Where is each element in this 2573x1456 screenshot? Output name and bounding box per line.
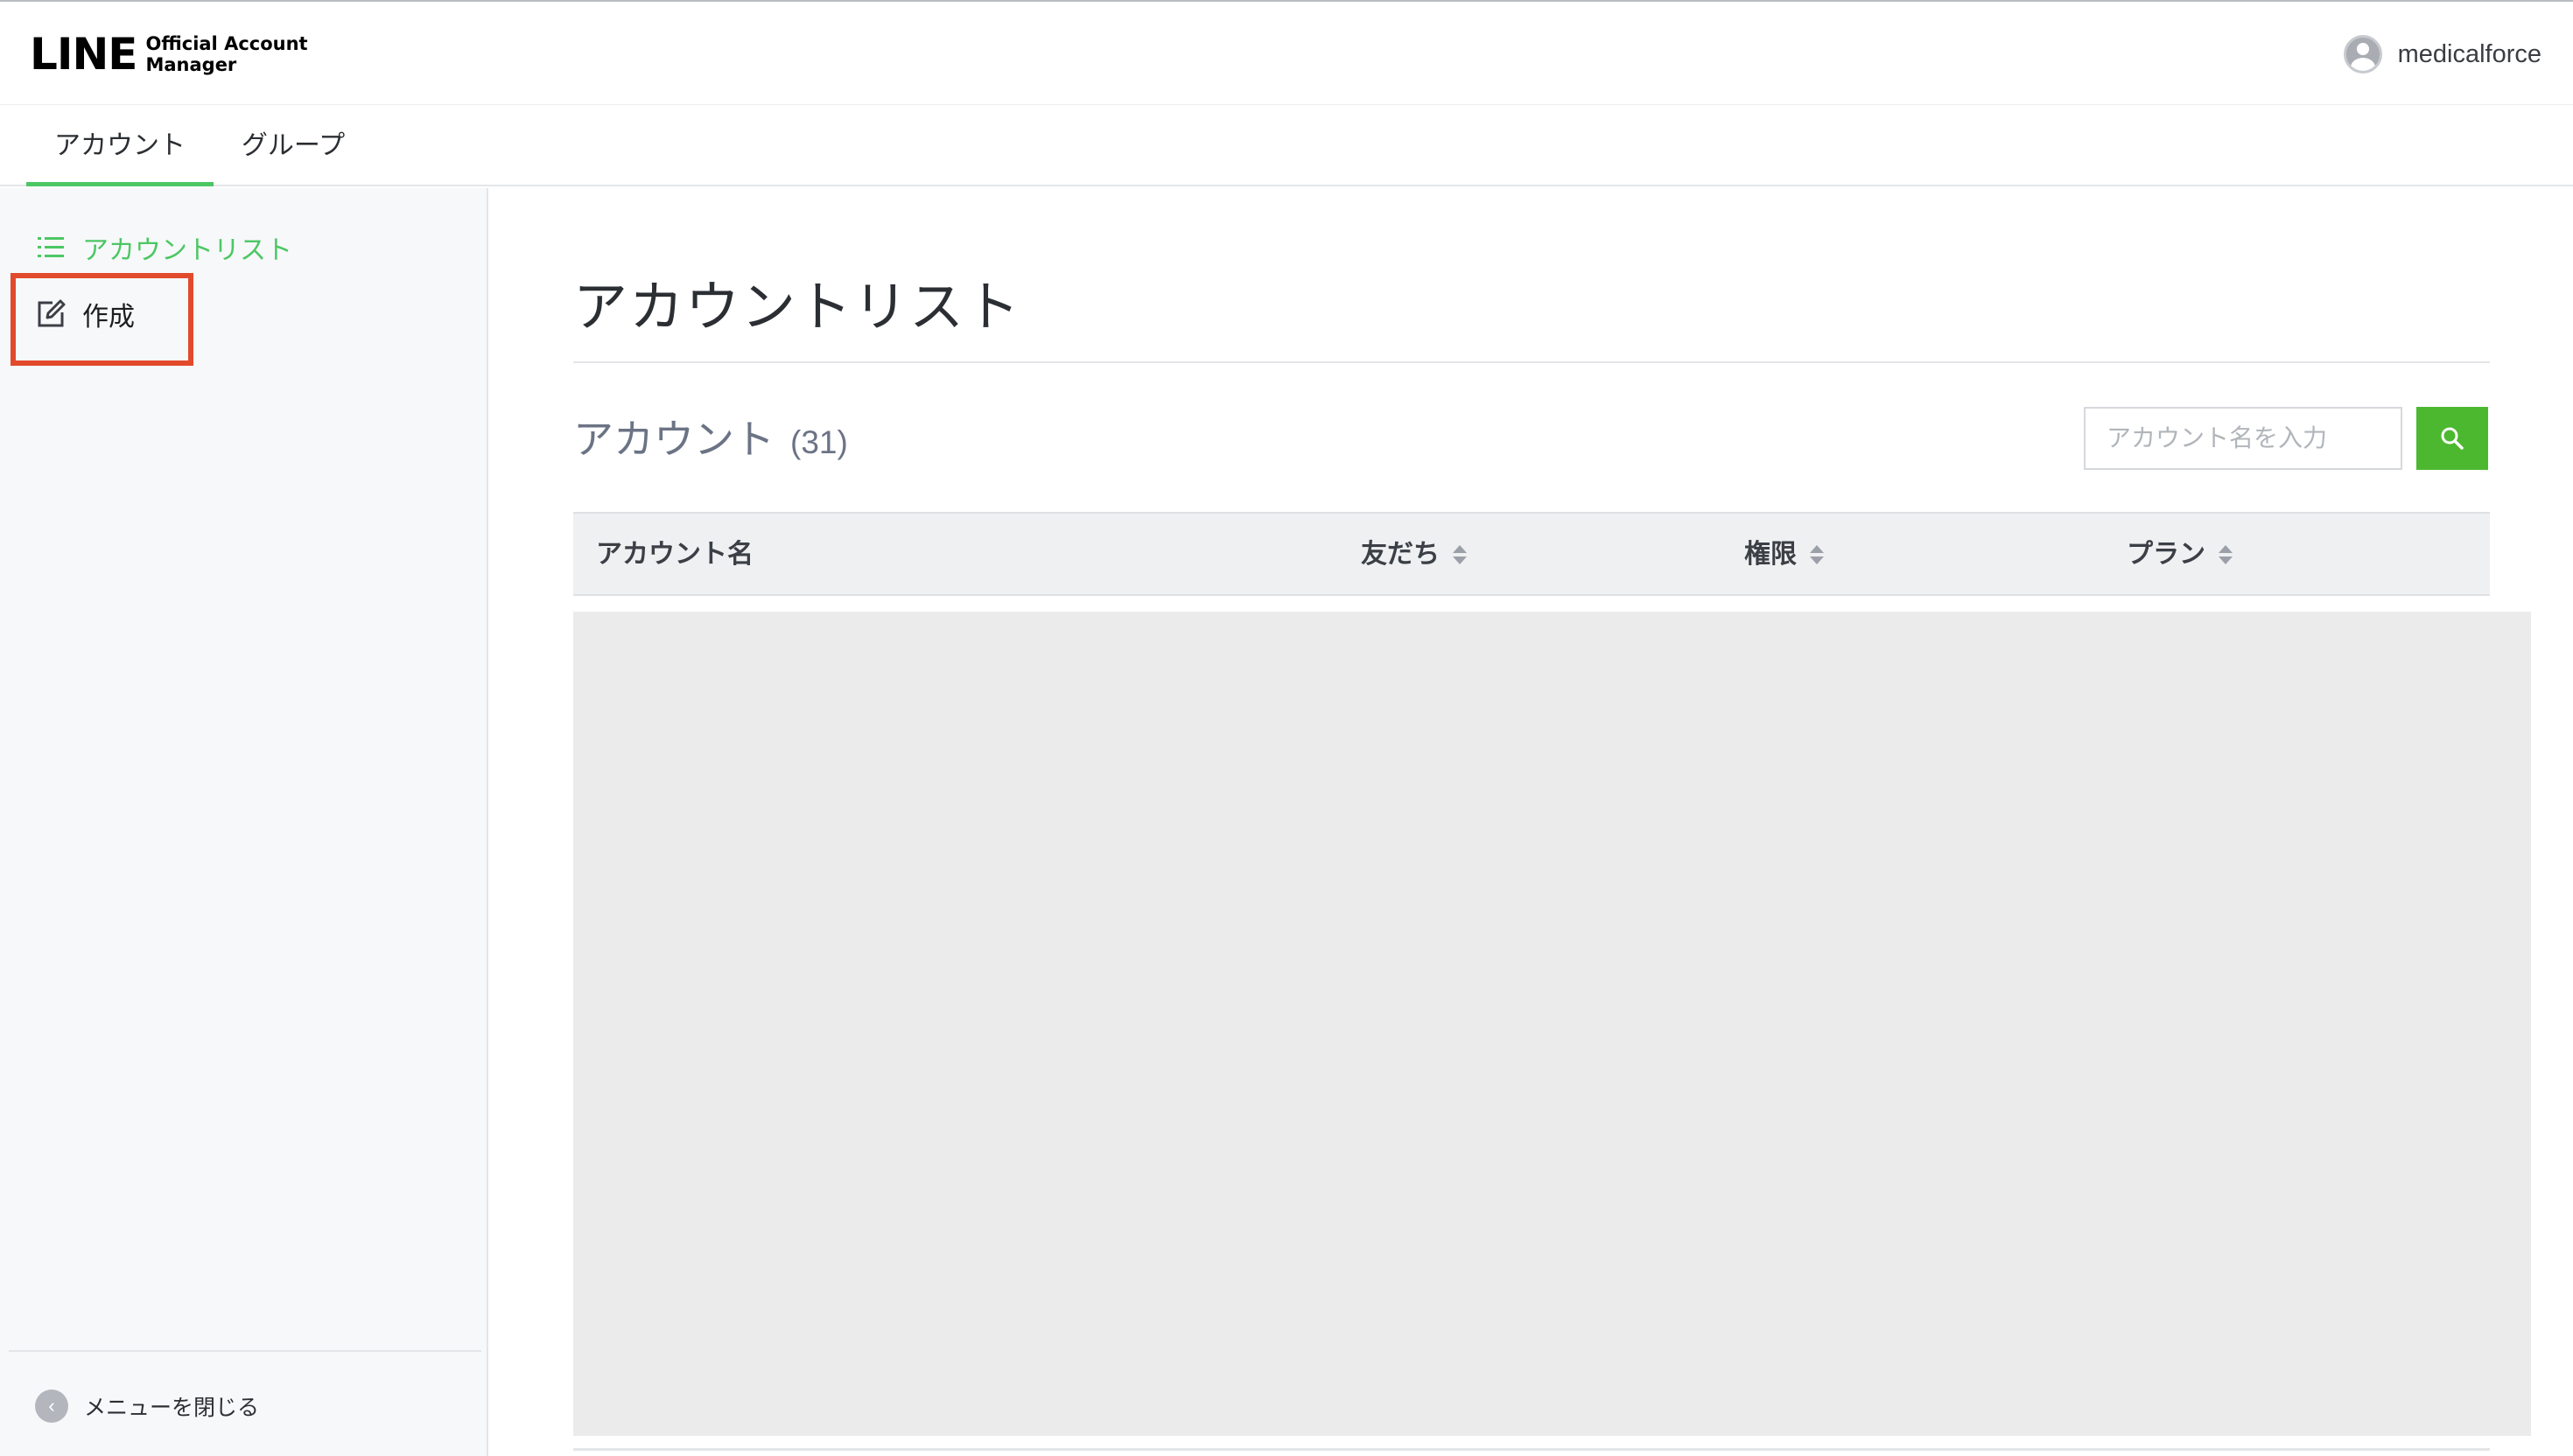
- sort-icon[interactable]: [1452, 543, 1468, 566]
- highlight-annotation-box: [11, 273, 193, 366]
- sort-icon[interactable]: [1809, 543, 1825, 566]
- page-title: アカウントリスト: [573, 277, 1022, 338]
- chevron-left-icon: ‹: [35, 1390, 68, 1423]
- tab-group[interactable]: グループ: [222, 106, 364, 186]
- column-header-permission[interactable]: 権限: [1744, 514, 1825, 596]
- close-menu-button[interactable]: ‹ メニューを閉じる: [35, 1389, 259, 1424]
- column-label: 友だち: [1361, 540, 1440, 569]
- close-menu-label: メニューを閉じる: [84, 1396, 260, 1420]
- list-icon: [38, 237, 64, 257]
- logo-subtitle: Official Account Manager: [145, 33, 307, 75]
- column-label: アカウント名: [596, 540, 754, 569]
- tab-account[interactable]: アカウント: [26, 106, 214, 186]
- table-bottom-divider: [573, 1448, 2490, 1451]
- logo-subtitle-line2: Manager: [145, 54, 237, 75]
- table-body-loading-placeholder: [573, 612, 2531, 1436]
- section-title: アカウント: [573, 416, 775, 462]
- title-divider: [573, 361, 2490, 363]
- column-header-friends[interactable]: 友だち: [1361, 514, 1468, 596]
- sidebar: アカウントリスト 作成 ‹ メニューを閉じる: [0, 188, 488, 1456]
- avatar-icon: [2343, 35, 2382, 74]
- section-header: アカウント (31): [573, 408, 848, 466]
- sidebar-item-label: アカウントリスト: [82, 236, 292, 265]
- sidebar-divider: [9, 1350, 481, 1352]
- search-button[interactable]: [2416, 407, 2488, 470]
- column-header-account-name: アカウント名: [596, 514, 754, 596]
- column-label: プラン: [2127, 540, 2205, 569]
- account-count: (31): [790, 424, 848, 460]
- top-tabs: アカウント グループ: [0, 106, 2573, 186]
- logo-wordmark: LINE: [30, 29, 137, 80]
- table-header: アカウント名 友だち 権限 プラン: [573, 512, 2490, 596]
- account-search-input[interactable]: [2084, 407, 2402, 470]
- line-oam-logo[interactable]: LINE Official Account Manager: [30, 28, 308, 80]
- column-header-plan[interactable]: プラン: [2127, 514, 2233, 596]
- page: LINE Official Account Manager medicalfor…: [0, 0, 2573, 1456]
- sidebar-item-account-list[interactable]: アカウントリスト: [35, 227, 292, 269]
- logo-subtitle-line1: Official Account: [145, 33, 308, 54]
- app-header: LINE Official Account Manager medicalfor…: [0, 0, 2573, 105]
- sort-icon[interactable]: [2218, 543, 2233, 566]
- user-name: medicalforce: [2397, 39, 2541, 68]
- user-menu[interactable]: medicalforce: [2343, 33, 2541, 75]
- search-icon: [2441, 427, 2464, 450]
- column-label: 権限: [1744, 540, 1797, 569]
